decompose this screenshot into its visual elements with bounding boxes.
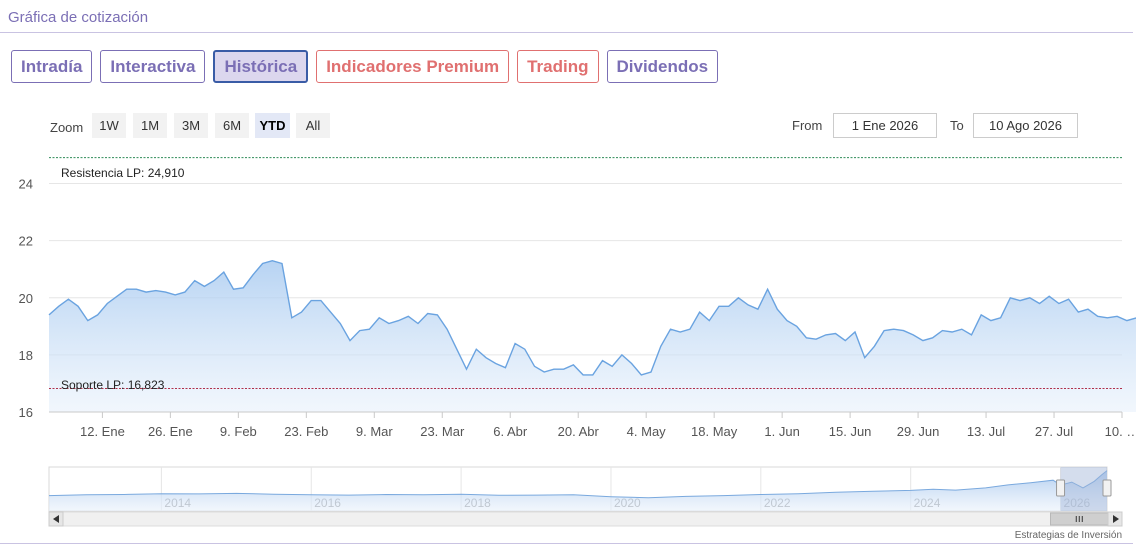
x-tick-label: 27. Jul bbox=[1035, 424, 1073, 439]
x-tick-label: 9. Feb bbox=[220, 424, 257, 439]
support-label: Soporte LP: 16,823 bbox=[61, 378, 165, 392]
y-tick-label: 18 bbox=[19, 348, 33, 363]
tab-indicadores-premium[interactable]: Indicadores Premium bbox=[316, 50, 510, 83]
x-tick-label: 15. Jun bbox=[829, 424, 872, 439]
footer-divider bbox=[0, 543, 1133, 544]
zoom-all-button[interactable]: All bbox=[296, 113, 330, 138]
y-tick-label: 22 bbox=[19, 234, 33, 249]
scrollbar[interactable] bbox=[48, 511, 1123, 527]
chart-tabs: Intradía Interactiva Histórica Indicador… bbox=[11, 50, 719, 83]
x-tick-label: 10. … bbox=[1105, 424, 1136, 439]
range-from-input[interactable]: 1 Ene 2026 bbox=[833, 113, 937, 138]
zoom-3m-button[interactable]: 3M bbox=[174, 113, 208, 138]
range-to-label: To bbox=[950, 118, 964, 133]
zoom-6m-button[interactable]: 6M bbox=[215, 113, 249, 138]
x-tick-label: 18. May bbox=[691, 424, 738, 439]
zoom-1m-button[interactable]: 1M bbox=[133, 113, 167, 138]
x-tick-label: 26. Ene bbox=[148, 424, 193, 439]
tab-interactiva[interactable]: Interactiva bbox=[100, 50, 206, 83]
tab-historica[interactable]: Histórica bbox=[213, 50, 309, 83]
x-tick-label: 6. Abr bbox=[493, 424, 528, 439]
x-tick-label: 13. Jul bbox=[967, 424, 1005, 439]
navigator: 2014201620182020202220242026 bbox=[48, 466, 1112, 512]
x-tick-label: 4. May bbox=[627, 424, 667, 439]
y-tick-label: 24 bbox=[19, 177, 33, 192]
zoom-ytd-button[interactable]: YTD bbox=[255, 113, 290, 138]
chart-credit: Estrategias de Inversión bbox=[1015, 530, 1122, 541]
x-axis: 12. Ene 26. Ene 9. Feb 23. Feb 9. Mar 23. Mar… bbox=[80, 412, 1136, 439]
range-from-label: From bbox=[792, 118, 823, 133]
x-tick-label: 9. Mar bbox=[356, 424, 394, 439]
navigator-window[interactable] bbox=[1060, 467, 1107, 511]
navigator-handle-right[interactable] bbox=[1102, 479, 1112, 497]
title-divider bbox=[0, 32, 1133, 33]
x-tick-label: 29. Jun bbox=[897, 424, 940, 439]
x-tick-label: 1. Jun bbox=[764, 424, 799, 439]
tab-dividendos[interactable]: Dividendos bbox=[606, 50, 719, 83]
x-tick-label: 20. Abr bbox=[558, 424, 600, 439]
x-tick-label: 23. Mar bbox=[420, 424, 465, 439]
y-axis: 16 18 20 22 24 bbox=[19, 177, 33, 420]
y-tick-label: 20 bbox=[19, 291, 33, 306]
zoom-1w-button[interactable]: 1W bbox=[92, 113, 126, 138]
resistance-label: Resistencia LP: 24,910 bbox=[61, 166, 185, 180]
section-title: Gráfica de cotización bbox=[8, 9, 149, 26]
zoom-label: Zoom bbox=[50, 120, 84, 135]
scrollbar-track[interactable] bbox=[48, 511, 1123, 527]
navigator-handle-left[interactable] bbox=[1056, 479, 1066, 497]
y-tick-label: 16 bbox=[19, 405, 33, 420]
x-tick-label: 23. Feb bbox=[284, 424, 328, 439]
tab-trading[interactable]: Trading bbox=[517, 50, 599, 83]
range-to-input[interactable]: 10 Ago 2026 bbox=[973, 113, 1078, 138]
x-tick-label: 12. Ene bbox=[80, 424, 125, 439]
tab-intradia[interactable]: Intradía bbox=[11, 50, 93, 83]
price-chart: Resistencia LP: 24,910 Soporte LP: 16,82… bbox=[19, 157, 1136, 541]
